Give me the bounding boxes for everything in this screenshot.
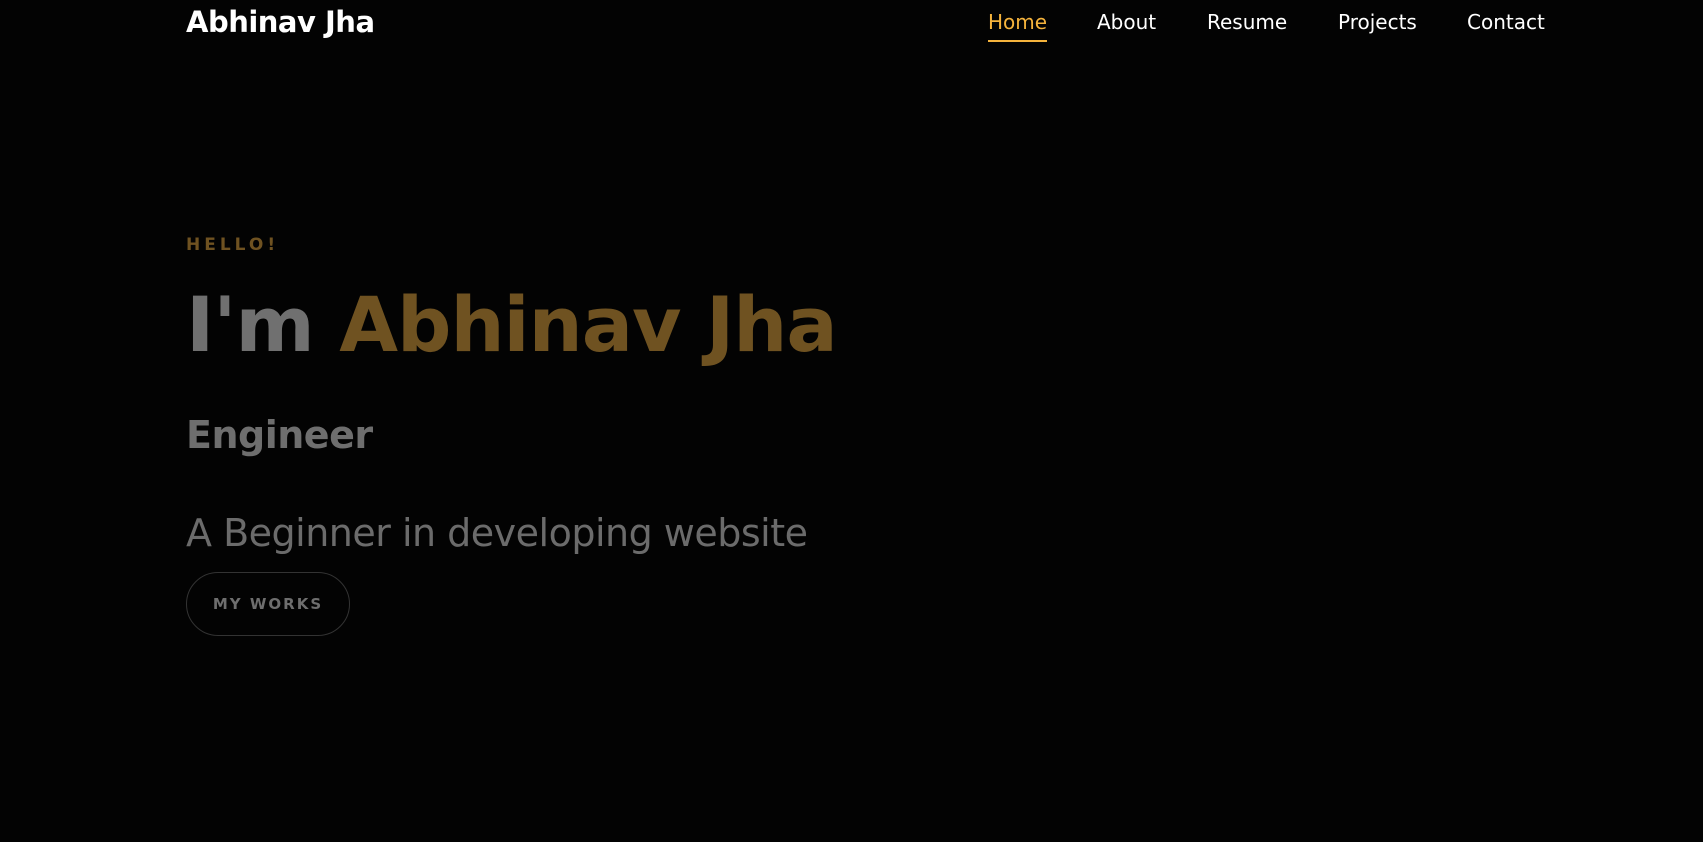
hero-tagline: A Beginner in developing website bbox=[186, 511, 808, 555]
nav-link-contact[interactable]: Contact bbox=[1467, 9, 1545, 35]
hero-greeting: HELLO! bbox=[186, 235, 280, 255]
hero-title-prefix: I'm bbox=[186, 280, 315, 369]
hero-role: Engineer bbox=[186, 413, 373, 457]
hero-title: I'm Abhinav Jha bbox=[186, 280, 838, 370]
nav-link-projects[interactable]: Projects bbox=[1338, 9, 1417, 35]
nav-link-resume[interactable]: Resume bbox=[1207, 9, 1287, 35]
hero-section: HELLO! I'm Abhinav Jha Engineer A Beginn… bbox=[186, 0, 1186, 842]
hero-title-name: Abhinav Jha bbox=[339, 280, 837, 369]
my-works-button[interactable]: MY WORKS bbox=[186, 572, 350, 636]
